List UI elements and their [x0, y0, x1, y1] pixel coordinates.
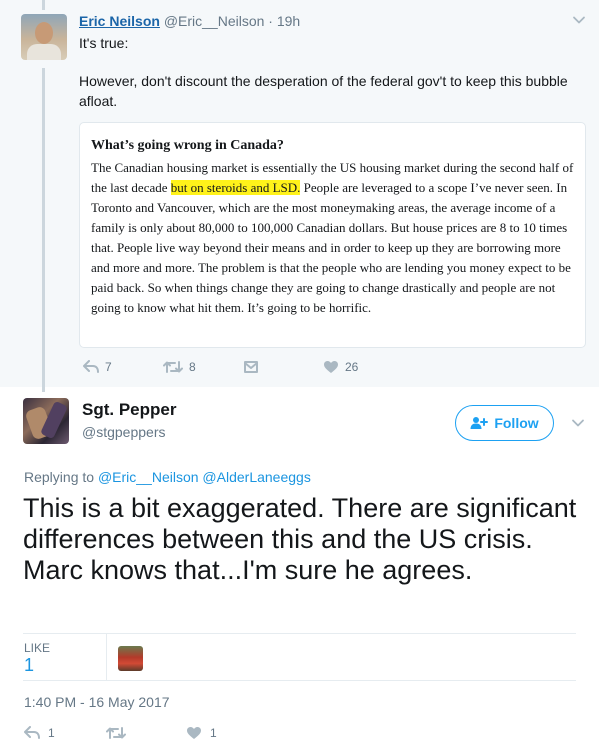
retweet-count: 8 [189, 360, 196, 374]
tweet-actions: 7 8 26 [83, 360, 383, 380]
chevron-down-icon[interactable] [571, 12, 587, 28]
author-handle[interactable]: @stgpeppers [82, 424, 165, 440]
retweet-icon [106, 727, 126, 739]
tweet-text: It's true: [79, 35, 129, 51]
highlighted-text: but on steroids and LSD. [170, 180, 301, 195]
tweet-header: Eric Neilson @Eric__Neilson · 19h [79, 13, 300, 29]
avatar[interactable] [21, 14, 67, 60]
tweet-text: However, don't discount the desperation … [79, 73, 568, 109]
like-count: 1 [210, 726, 217, 740]
author-handle[interactable]: @Eric__Neilson [164, 13, 265, 29]
follow-button[interactable]: Follow [455, 405, 554, 441]
reply-icon [83, 360, 99, 373]
likes-label: LIKE [24, 641, 51, 655]
tweet-time[interactable]: 19h [277, 13, 300, 29]
separator-dot: · [268, 13, 273, 29]
like-count: 26 [345, 360, 359, 374]
parent-tweet[interactable]: Eric Neilson @Eric__Neilson · 19h It's t… [0, 0, 599, 392]
chevron-down-icon[interactable] [570, 415, 586, 431]
retweet-icon [163, 361, 183, 373]
author-name[interactable]: Sgt. Pepper [82, 400, 176, 420]
retweet-button[interactable]: 8 [163, 360, 196, 374]
envelope-icon [244, 361, 258, 373]
replying-to: Replying to @Eric__Neilson @AlderLaneegg… [24, 469, 311, 485]
mention-link[interactable]: @Eric__Neilson [98, 469, 199, 485]
quote-title: What’s going wrong in Canada? [91, 138, 284, 153]
add-user-icon [470, 417, 489, 429]
likes-stats: LIKE 1 [0, 633, 599, 681]
reply-count: 1 [48, 726, 55, 740]
quoted-image-card[interactable]: What’s going wrong in Canada? The Canadi… [79, 122, 586, 348]
reply-button[interactable]: 7 [83, 360, 112, 374]
divider [106, 633, 107, 681]
tweet-text: This is a bit exaggerated. There are sig… [23, 493, 577, 585]
author-name[interactable]: Eric Neilson [79, 13, 160, 29]
divider [23, 680, 576, 681]
likes-count[interactable]: 1 [24, 655, 34, 676]
quote-body: The Canadian housing market is essential… [91, 160, 574, 315]
thread-line [42, 0, 45, 10]
tweet-timestamp[interactable]: 1:40 PM - 16 May 2017 [24, 694, 170, 710]
reply-count: 7 [105, 360, 112, 374]
liker-avatar[interactable] [118, 646, 143, 671]
like-button[interactable]: 26 [323, 360, 358, 374]
reply-button[interactable]: 1 [24, 726, 55, 740]
like-button[interactable]: 1 [186, 726, 217, 740]
avatar[interactable] [23, 398, 69, 444]
reply-icon [24, 726, 40, 739]
heart-icon [187, 727, 201, 739]
retweet-button[interactable] [106, 726, 134, 740]
mention-link[interactable]: @AlderLaneeggs [202, 469, 310, 485]
heart-icon [324, 361, 338, 373]
follow-label: Follow [494, 415, 539, 431]
thread-line [42, 68, 45, 392]
dm-button[interactable] [243, 360, 259, 374]
tweet-actions: 1 1 [24, 726, 324, 746]
